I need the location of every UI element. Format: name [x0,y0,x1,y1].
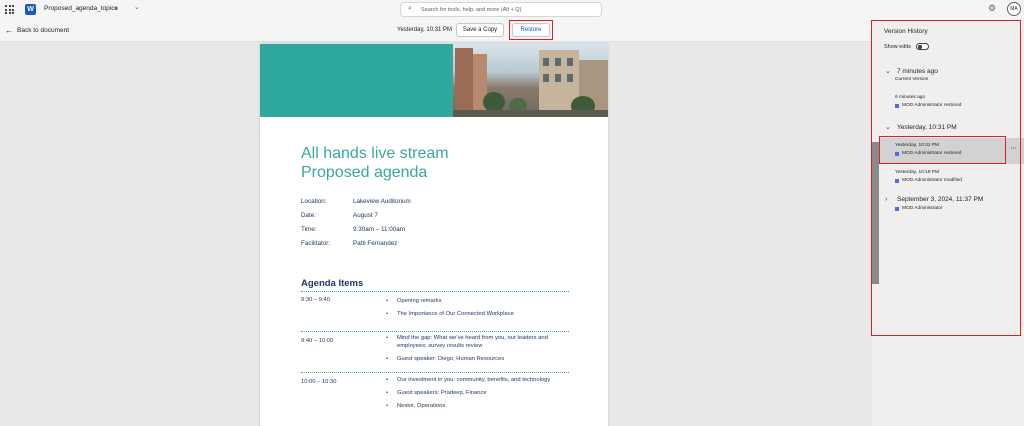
info-label: Facilitator: [301,240,331,247]
chevron-down-icon: ⌄ [885,124,891,131]
version-entry-time: 6 minutes ago [895,95,926,100]
agenda-item: Our investment in you: community, benefi… [386,376,566,384]
author-color-icon [895,103,899,108]
show-edits-label: Show edits [884,43,911,50]
current-version-label: Current Version [895,77,929,82]
info-value: Lakeview Auditorium [353,198,411,205]
version-entry-action: MOD Administrator restored [902,151,962,156]
agenda-divider [301,372,569,373]
version-entry[interactable]: 6 minutes ago MOD Administrator restored [880,90,1008,116]
agenda-item: The Importance of Our Connected Workplac… [386,310,566,318]
document-canvas[interactable]: All hands live stream Proposed agenda Lo… [0,42,872,426]
author-color-icon [895,178,899,183]
agenda-time: 9:40 – 10:00 [301,338,334,344]
version-history-panel: Version History Show edits ⌄ 7 minutes a… [872,20,1024,426]
agenda-items: Our investment in you: community, benefi… [386,376,566,415]
version-entry-time: Yesterday, 10:19 PM [895,170,939,175]
version-entry-time: Yesterday, 10:31 PM [895,143,939,148]
agenda-item: Mind the gap: What we’ve heard from you,… [386,334,566,350]
version-group-label: Yesterday, 10:31 PM [897,123,957,131]
info-label: Time: [301,226,317,233]
version-entry-author: MOD Administrator restored [895,151,961,156]
agenda-item: Guest speaker: Diego, Human Resources [386,355,566,363]
version-group-label: 7 minutes ago [897,67,938,75]
version-command-bar: ← Back to document Yesterday, 10:31 PM S… [0,20,1024,42]
search-input[interactable] [421,4,596,15]
version-entry-author: MOD Administrator restored [895,103,961,108]
header-photo [453,44,608,117]
agenda-time: 10:00 – 10:30 [301,379,337,385]
document-page[interactable]: All hands live stream Proposed agenda Lo… [260,44,608,426]
agenda-divider [301,291,569,292]
more-options-button[interactable]: ⋯ [1003,138,1024,164]
agenda-item: Opening remarks [386,297,566,305]
avatar[interactable]: MA [1007,2,1021,16]
arrow-left-icon: ← [5,26,13,35]
version-history-title: Version History [884,28,928,35]
show-edits-control[interactable]: Show edits [884,43,929,50]
search-icon: ⌕ [408,5,412,12]
saved-status-icon: ● [114,5,119,12]
info-value: August 7 [353,212,378,219]
version-group-header[interactable]: ⌄ Yesterday, 10:31 PM [885,123,957,132]
version-timestamp: Yesterday, 10:31 PM [397,27,453,33]
chevron-right-icon: › [885,196,888,203]
word-logo-icon: W [25,4,36,15]
heading-line-1: All hands live stream [301,145,449,162]
agenda-time: 9:30 – 9:40 [301,297,331,303]
agenda-divider [301,331,569,332]
app-header: W Proposed_agenda_topics ● ⌄ ⌕ ⚙ MA [0,0,1024,20]
info-value: Patti Fernandez [353,240,398,247]
document-title[interactable]: Proposed_agenda_topics [44,5,118,12]
chevron-down-icon: ⌄ [885,68,891,75]
author-color-icon [895,151,899,156]
app-launcher-icon[interactable] [5,5,14,14]
back-to-document-link[interactable]: ← Back to document [5,26,69,35]
version-group-label: September 3, 2024, 11:37 PM [897,196,984,203]
gear-icon[interactable]: ⚙ [988,3,996,14]
agenda-item: Guest speakers: Pradeep, Finance [386,389,566,397]
agenda-items: Opening remarks The Importance of Our Co… [386,297,566,323]
info-label: Date: [301,212,317,219]
info-value: 9:30am – 11:00am [353,226,406,233]
version-group-author: MOD Administrator [895,206,943,211]
version-group-author-name: MOD Administrator [902,206,943,211]
heading-line-2: Proposed agenda [301,164,428,181]
version-entry-selected[interactable]: Yesterday, 10:31 PM MOD Administrator re… [880,138,1008,164]
version-entry-action: MOD Administrator modified [902,178,962,183]
author-color-icon [895,206,899,211]
agenda-item: Nestor, Operations [386,402,566,410]
document-heading: All hands live stream Proposed agenda [301,144,449,182]
agenda-title: Agenda Items [301,278,364,289]
agenda-items: Mind the gap: What we’ve heard from you,… [386,334,566,368]
back-label: Back to document [17,27,70,34]
version-group-header[interactable]: ⌄ 7 minutes ago [885,67,938,76]
version-entry-author: MOD Administrator modified [895,178,962,183]
chevron-down-icon[interactable]: ⌄ [134,3,140,11]
show-edits-toggle[interactable] [915,43,929,50]
info-label: Location: [301,198,327,205]
panel-scrollbar[interactable] [872,142,879,284]
version-group-header[interactable]: › September 3, 2024, 11:37 PM [885,196,983,203]
restore-button[interactable]: Restore [512,23,550,37]
version-entry-action: MOD Administrator restored [902,103,962,108]
search-box[interactable]: ⌕ [400,2,602,17]
header-color-block [260,44,453,117]
version-entry[interactable]: Yesterday, 10:19 PM MOD Administrator mo… [880,165,1008,191]
save-a-copy-button[interactable]: Save a Copy [456,23,504,37]
